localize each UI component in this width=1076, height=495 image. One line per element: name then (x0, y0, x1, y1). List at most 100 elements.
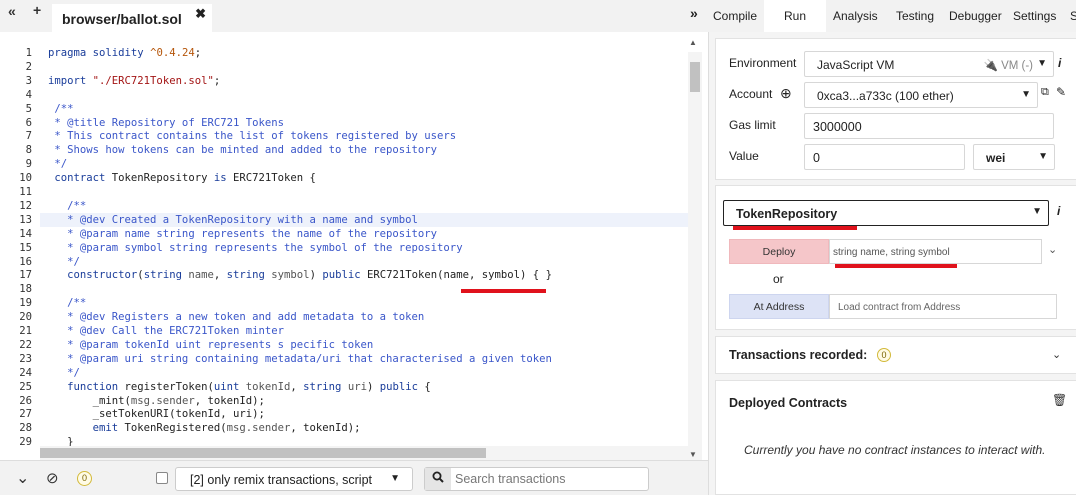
search-transactions-input[interactable] (455, 470, 645, 488)
code-line[interactable]: * @dev Registers a new token and add met… (48, 310, 424, 324)
line-number: 7 (25, 130, 32, 143)
code-line[interactable]: pragma solidity ^0.4.24; (48, 46, 201, 60)
code-token: msg.sender (130, 394, 195, 407)
code-token: * @param tokenId uint represents s pecif… (48, 338, 374, 351)
deploy-button[interactable]: Deploy (729, 239, 829, 264)
search-icon (425, 468, 451, 490)
line-number: 9 (25, 158, 32, 171)
vertical-scroll-thumb[interactable] (690, 62, 700, 92)
scroll-up-arrow-icon[interactable]: ▲ (689, 38, 697, 47)
line-number: 29 (19, 436, 32, 449)
code-line[interactable]: */ (48, 366, 80, 380)
code-line[interactable]: /** (48, 296, 86, 310)
code-token: * @dev Registers a new token and add met… (48, 311, 425, 324)
tab-testing[interactable]: Testing (896, 9, 934, 23)
code-line[interactable]: function registerToken(uint tokenId, str… (48, 380, 431, 394)
code-token: public (379, 380, 425, 393)
red-annotation-underline (835, 264, 957, 268)
code-token: */ (48, 255, 80, 268)
code-line[interactable]: * @param tokenId uint represents s pecif… (48, 338, 373, 352)
code-line[interactable]: * @param symbol string represents the sy… (48, 241, 462, 255)
code-token: msg.sender (226, 422, 291, 435)
gas-limit-input[interactable]: 3000000 (804, 113, 1054, 139)
line-number: 11 (19, 186, 32, 198)
chevron-down-icon[interactable]: ⌄ (1048, 243, 1057, 256)
chevron-down-icon[interactable]: ⌄ (1052, 348, 1061, 361)
code-line[interactable]: contract TokenRepository is ERC721Token … (48, 171, 316, 185)
code-token: emit (48, 422, 125, 435)
environment-select[interactable]: JavaScript VM 🔌 VM (-) ▼ (804, 51, 1054, 77)
caret-down-icon: ▼ (1038, 151, 1048, 162)
code-line[interactable]: import "./ERC721Token.sol"; (48, 74, 220, 88)
info-icon[interactable]: i (1058, 56, 1061, 70)
at-address-input[interactable]: Load contract from Address (829, 294, 1057, 319)
code-line[interactable]: * This contract contains the list of tok… (48, 129, 456, 143)
code-line[interactable]: /** (48, 199, 86, 213)
scroll-down-arrow-icon[interactable]: ▼ (689, 450, 697, 459)
tab-support[interactable]: S (1070, 9, 1076, 23)
code-editor[interactable]: 1 2 3 4 5 6 7 8 9 10 11 12 13 14 15 16 17 18 19 20 21 22 23 24 2… (0, 32, 708, 472)
trash-icon[interactable]: 🗑 (1052, 393, 1067, 407)
code-line[interactable]: * @dev Created a TokenRepository with a … (40, 212, 688, 227)
code-line[interactable]: */ (48, 157, 67, 171)
code-line[interactable]: emit TokenRegistered(msg.sender, tokenId… (48, 421, 361, 435)
clear-console-icon[interactable]: ⊘ (46, 469, 59, 487)
code-area[interactable]: pragma solidity ^0.4.24; import "./ERC721… (40, 32, 688, 446)
run-settings-card: Environment JavaScript VM 🔌 VM (-) ▼ i A… (715, 38, 1076, 180)
code-line[interactable]: * @title Repository of ERC721 Tokens (48, 116, 284, 130)
code-token: /** (48, 102, 74, 115)
horizontal-scroll-thumb[interactable] (40, 448, 486, 458)
code-line[interactable]: * @param uri string containing metadata/… (48, 352, 552, 366)
code-line[interactable]: _setTokenURI(tokenId, uri); (48, 407, 265, 421)
account-select[interactable]: 0xca3...a733c (100 ether) ▼ (804, 82, 1038, 108)
at-address-button[interactable]: At Address (729, 294, 829, 319)
code-line[interactable]: */ (48, 255, 80, 269)
toggle-left-panel-icon[interactable]: « (8, 3, 16, 19)
expand-right-panel-icon[interactable]: » (690, 5, 698, 21)
deploy-params-input[interactable]: string name, string symbol (829, 239, 1042, 264)
code-token: * @param name string represents the name… (48, 227, 438, 240)
value-input[interactable]: 0 (804, 144, 965, 170)
code-token: constructor (48, 269, 138, 282)
collapse-terminal-icon[interactable]: ⌄ (16, 468, 29, 488)
code-line[interactable]: * @dev Call the ERC721Token minter (48, 324, 284, 338)
editor-horizontal-scrollbar[interactable] (40, 446, 688, 460)
file-tab[interactable]: browser/ballot.sol ✖ (52, 4, 212, 32)
code-line[interactable]: constructor(string name, string symbol) … (48, 268, 552, 282)
info-icon[interactable]: i (1057, 204, 1060, 218)
code-line[interactable]: * @param name string represents the name… (48, 227, 437, 241)
sign-message-icon[interactable]: ✎ (1056, 85, 1066, 99)
tab-run[interactable]: Run (764, 0, 826, 32)
code-line[interactable]: _mint(msg.sender, tokenId); (48, 394, 265, 408)
code-token: , (213, 269, 227, 282)
line-number: 8 (25, 144, 32, 157)
code-line[interactable]: /** (48, 102, 74, 116)
tab-debugger[interactable]: Debugger (949, 9, 1002, 23)
contract-select[interactable]: TokenRepository ▼ (723, 200, 1049, 226)
deployed-contracts-label: Deployed Contracts (729, 396, 848, 410)
tab-settings[interactable]: Settings (1013, 9, 1056, 23)
transaction-filter-dropdown[interactable]: [2] only remix transactions, script ▼ (175, 467, 413, 491)
code-token: } (48, 436, 74, 446)
code-token: _mint( (48, 394, 131, 407)
tab-compile[interactable]: Compile (713, 9, 757, 23)
line-number: 24 (19, 366, 32, 379)
new-file-icon[interactable]: + (33, 2, 41, 18)
add-account-icon[interactable]: ⊕ (780, 85, 792, 102)
listen-network-checkbox[interactable] (156, 472, 168, 484)
code-token: uri (347, 380, 367, 393)
line-number: 28 (19, 422, 32, 435)
copy-address-icon[interactable]: ⧉ (1041, 86, 1049, 99)
code-line[interactable]: } (48, 435, 74, 446)
account-value: 0xca3...a733c (100 ether) (817, 89, 954, 103)
tab-analysis[interactable]: Analysis (833, 9, 878, 23)
vm-tag: 🔌 VM (-) (983, 60, 1033, 72)
code-token: symbol (271, 269, 310, 282)
code-line[interactable]: * Shows how tokens can be minted and add… (48, 143, 437, 157)
editor-vertical-scrollbar[interactable]: ▲ ▼ (688, 38, 702, 472)
filter-dropdown-label: [2] only remix transactions, script (190, 473, 373, 487)
code-token: ^0.4.24 (150, 47, 195, 59)
close-tab-icon[interactable]: ✖ (195, 6, 206, 22)
value-unit-select[interactable]: wei ▼ (973, 144, 1055, 170)
code-token: ) (309, 269, 323, 282)
